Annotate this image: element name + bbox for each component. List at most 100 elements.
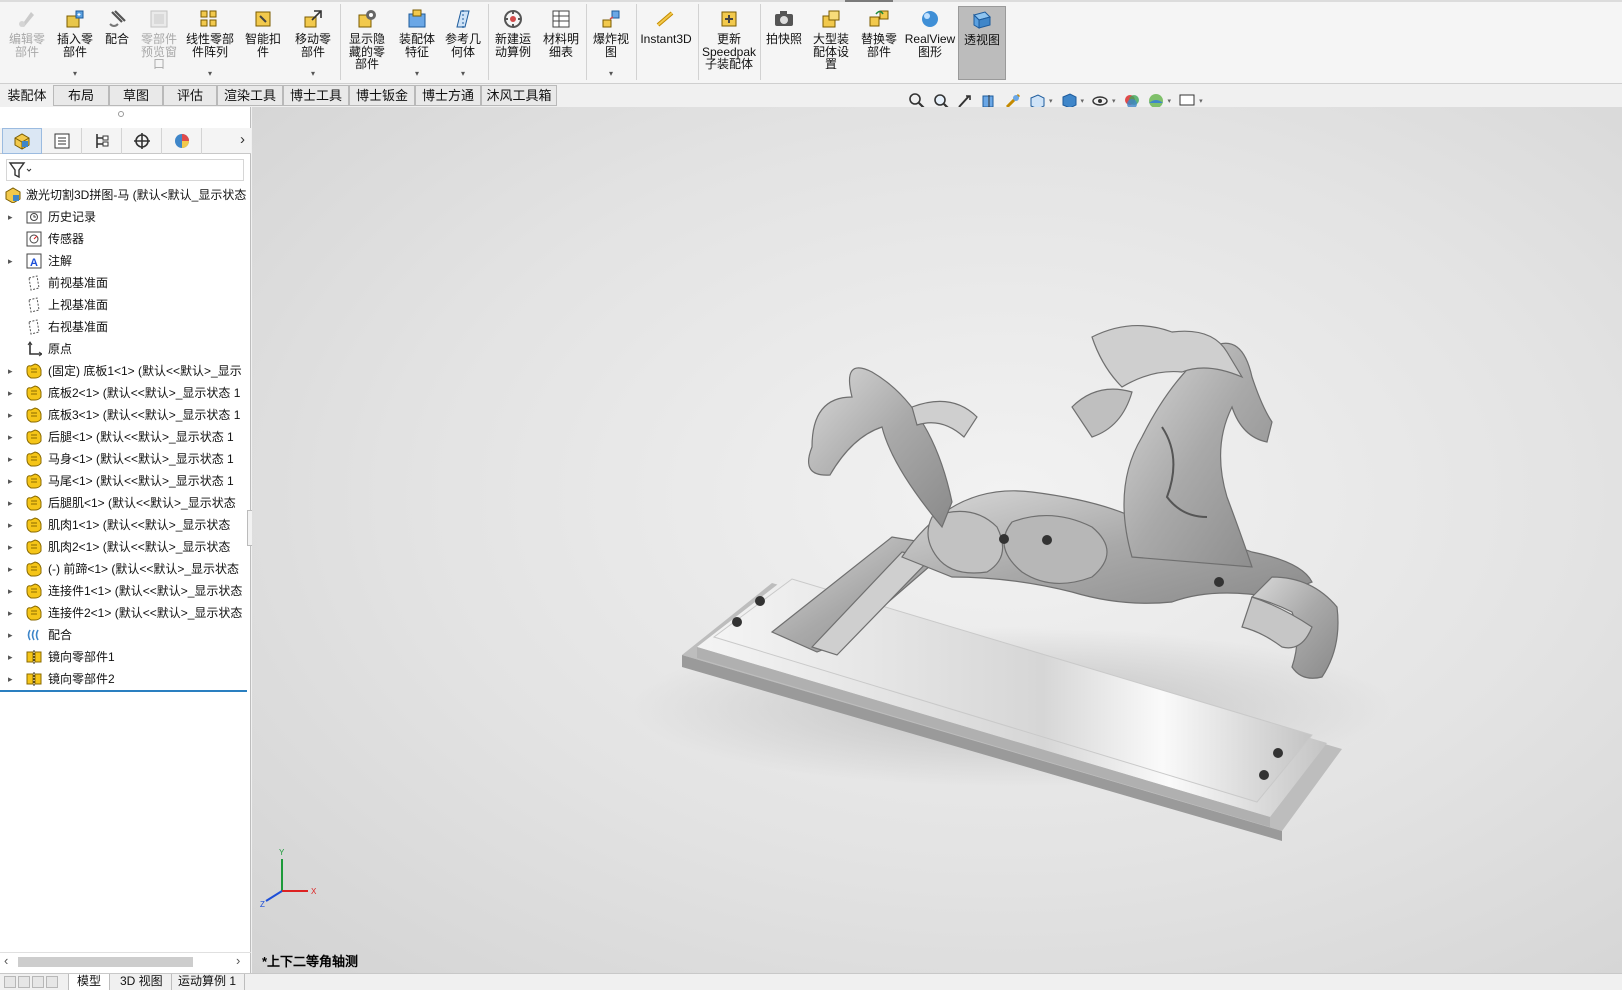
tab-sketch[interactable]: 草图 [109, 85, 163, 106]
property-manager-tab[interactable] [42, 128, 82, 154]
first-tab-icon[interactable] [4, 976, 16, 988]
tab-boshi-tools[interactable]: 博士工具 [283, 85, 349, 106]
instant3d-button[interactable]: Instant3D [638, 6, 694, 80]
expand-icon[interactable]: ▸ [8, 360, 13, 382]
expand-icon[interactable]: ▸ [8, 580, 13, 602]
tab-boshi-sheetmetal[interactable]: 博士钣金 [349, 85, 415, 106]
dimxpert-tab[interactable] [122, 128, 162, 154]
chevron-down-icon[interactable]: ▾ [1112, 97, 1116, 105]
horse-puzzle-model[interactable]: Y X Z [252, 107, 1622, 973]
update-speedpak-button[interactable]: 更新 Speedpak 子装配体 [700, 6, 758, 80]
mate-button[interactable]: 配合 [100, 6, 134, 80]
replace-components-button[interactable]: 替换零 部件 [856, 6, 902, 80]
panel-grip[interactable] [118, 111, 124, 117]
chevron-down-icon[interactable]: ▾ [208, 69, 212, 78]
perspective-button[interactable]: 透视图 [958, 6, 1006, 80]
expand-icon[interactable]: ▸ [8, 536, 13, 558]
expand-icon[interactable]: ▸ [8, 602, 13, 624]
scrollbar-thumb[interactable] [18, 957, 193, 967]
tree-horizontal-scrollbar[interactable]: ‹ › [0, 952, 251, 969]
expand-icon[interactable]: ▸ [8, 492, 13, 514]
tree-item[interactable]: 原点 [0, 338, 251, 360]
tab-assembly[interactable]: 装配体 [2, 85, 52, 106]
tree-item[interactable]: ▸ 历史记录 [0, 206, 251, 228]
tab-render-tools[interactable]: 渲染工具 [217, 85, 283, 106]
realview-button[interactable]: RealView 图形 [904, 6, 956, 80]
tree-item[interactable]: ▸ 后腿肌<1> (默认<<默认>_显示状态 [0, 492, 251, 514]
tree-item[interactable]: ▸ 肌肉1<1> (默认<<默认>_显示状态 [0, 514, 251, 536]
chevron-down-icon[interactable]: ▾ [1168, 97, 1172, 105]
tree-item[interactable]: 右视基准面 [0, 316, 251, 338]
insert-component-button[interactable]: 插入零 部件 ▾ [52, 6, 98, 80]
chevron-down-icon[interactable]: ▾ [461, 69, 465, 78]
snapshot-button[interactable]: 拍快照 [762, 6, 806, 80]
chevron-down-icon[interactable]: ▾ [415, 69, 419, 78]
chevron-down-icon[interactable]: ▾ [609, 69, 613, 78]
tab-motion-study-1[interactable]: 运动算例 1 [170, 974, 246, 990]
tree-item[interactable]: ▸ 肌肉2<1> (默认<<默认>_显示状态 [0, 536, 251, 558]
tab-3d-view[interactable]: 3D 视图 [112, 974, 172, 990]
tree-item[interactable]: ▸ (固定) 底板1<1> (默认<<默认>_显示 [0, 360, 251, 382]
expand-icon[interactable]: ▸ [8, 646, 13, 668]
expand-icon[interactable]: ▸ [8, 382, 13, 404]
chevron-down-icon[interactable]: ▾ [73, 69, 77, 78]
tree-item[interactable]: ▸ 后腿<1> (默认<<默认>_显示状态 1 [0, 426, 251, 448]
component-preview-button[interactable]: 零部件 预览窗 口 [136, 6, 182, 80]
large-assembly-settings-button[interactable]: 大型装 配体设 置 [808, 6, 854, 80]
tree-filter-input[interactable] [6, 159, 244, 181]
expand-icon[interactable]: ▸ [8, 514, 13, 536]
tree-item[interactable]: ▸ 连接件2<1> (默认<<默认>_显示状态 [0, 602, 251, 624]
chevron-down-icon[interactable]: ▾ [1199, 97, 1203, 105]
expand-icon[interactable]: ▸ [8, 426, 13, 448]
reference-geometry-button[interactable]: 参考几 何体 ▾ [440, 6, 486, 80]
configuration-manager-tab[interactable] [82, 128, 122, 154]
expand-icon[interactable]: ▸ [8, 624, 13, 646]
smart-fasteners-button[interactable]: 智能扣 件 [240, 6, 286, 80]
chevron-down-icon[interactable]: ▾ [1049, 97, 1053, 105]
move-component-button[interactable]: 移动零 部件 ▾ [290, 6, 336, 80]
tab-boshi-tubing[interactable]: 博士方通 [415, 85, 481, 106]
tree-item[interactable]: 上视基准面 [0, 294, 251, 316]
tree-item[interactable]: ▸ 底板3<1> (默认<<默认>_显示状态 1 [0, 404, 251, 426]
display-manager-tab[interactable] [162, 128, 202, 154]
edit-component-button[interactable]: 编辑零 部件 [4, 6, 50, 80]
tree-root[interactable]: 激光切割3D拼图-马 (默认<默认_显示状态 [0, 184, 251, 206]
last-tab-icon[interactable] [46, 976, 58, 988]
new-motion-study-button[interactable]: 新建运 动算例 [490, 6, 536, 80]
bom-button[interactable]: 材料明 细表 [538, 6, 584, 80]
expand-icon[interactable]: ▸ [8, 470, 13, 492]
expand-icon[interactable]: ▸ [8, 448, 13, 470]
exploded-view-button[interactable]: 爆炸视 图 ▾ [588, 6, 634, 80]
tree-item[interactable]: ▸ 连接件1<1> (默认<<默认>_显示状态 [0, 580, 251, 602]
feature-manager-tab[interactable] [2, 128, 42, 154]
tab-evaluate[interactable]: 评估 [163, 85, 217, 106]
expand-icon[interactable]: ▸ [8, 206, 13, 228]
tab-model[interactable]: 模型 [68, 974, 111, 990]
chevron-down-icon[interactable]: ▾ [1081, 97, 1085, 105]
tree-item[interactable]: ▸ 马身<1> (默认<<默认>_显示状态 1 [0, 448, 251, 470]
tree-item[interactable]: 前视基准面 [0, 272, 251, 294]
tree-item[interactable]: ▸ 底板2<1> (默认<<默认>_显示状态 1 [0, 382, 251, 404]
expand-icon[interactable]: ▸ [8, 668, 13, 690]
tree-item[interactable]: ▸ 镜向零部件2 [0, 668, 251, 690]
expand-icon[interactable]: ▸ [8, 404, 13, 426]
tab-layout[interactable]: 布局 [53, 85, 109, 106]
graphics-area[interactable]: Y X Z *上下二等角轴测 [252, 107, 1622, 973]
tree-item[interactable]: ▸ 配合 [0, 624, 251, 646]
scroll-right-icon[interactable]: › [236, 953, 240, 968]
tree-item[interactable]: ▸ 马尾<1> (默认<<默认>_显示状态 1 [0, 470, 251, 492]
chevron-right-icon[interactable]: › [240, 131, 245, 148]
tree-item[interactable]: ▸ A 注解 [0, 250, 251, 272]
chevron-down-icon[interactable]: ▾ [311, 69, 315, 78]
expand-icon[interactable]: ▸ [8, 558, 13, 580]
scroll-left-icon[interactable]: ‹ [4, 953, 8, 968]
tree-item[interactable]: 传感器 [0, 228, 251, 250]
show-hidden-components-button[interactable]: 显示隐 藏的零 部件 [344, 6, 390, 80]
linear-pattern-button[interactable]: 线性零部 件阵列 ▾ [184, 6, 236, 80]
tree-item[interactable]: ▸ 镜向零部件1 [0, 646, 251, 668]
tab-mufeng-toolbox[interactable]: 沐风工具箱 [481, 85, 557, 106]
previous-tab-icon[interactable] [18, 976, 30, 988]
tree-item[interactable]: ▸ (-) 前蹄<1> (默认<<默认>_显示状态 [0, 558, 251, 580]
assembly-features-button[interactable]: 装配体 特征 ▾ [394, 6, 440, 80]
expand-icon[interactable]: ▸ [8, 250, 13, 272]
